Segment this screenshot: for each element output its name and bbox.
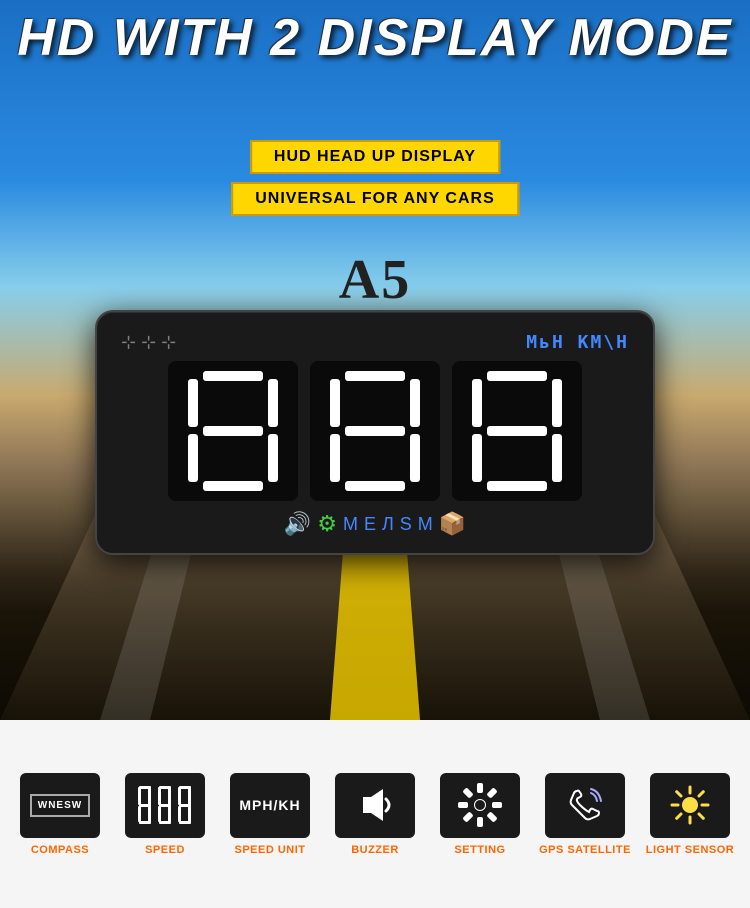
device-top-bar: ⊹ ⊹ ⊹ МьН КМ\Н	[121, 332, 629, 353]
seg-bl-1	[188, 434, 198, 482]
speed-unit-icon-box: MPH/KH	[230, 773, 310, 838]
gps-label: GPS SATELLITE	[539, 844, 631, 856]
settings-gear-icon: ⚙	[317, 511, 337, 537]
compass-icon-box: WNESW	[20, 773, 100, 838]
seg-tl-1	[188, 379, 198, 427]
seg-tr-3	[552, 379, 562, 427]
model-name: A5	[339, 248, 411, 312]
seg-br-3	[552, 434, 562, 482]
feature-gps: GPS SATELLITE	[538, 773, 633, 856]
menu-m2-icon: М	[418, 514, 433, 535]
menu-n-icon: Л	[382, 514, 394, 535]
feature-speed-unit: MPH/KH SPEED UNIT	[223, 773, 318, 856]
seg-display-2	[330, 371, 420, 491]
seg-bot-1	[203, 481, 263, 491]
speaker-alert-icon: 🔊	[284, 511, 311, 537]
unit-label: МьН КМ\Н	[526, 332, 629, 353]
feature-buzzer: BUZZER	[328, 773, 423, 856]
device-container: ⊹ ⊹ ⊹ МьН КМ\Н	[95, 310, 655, 555]
digit-1	[168, 361, 298, 501]
seg-tr-1	[268, 379, 278, 427]
seg-tl-2	[330, 379, 340, 427]
page-wrapper: HD WITH 2 DISPLAY MODE HUD HEAD UP DISPL…	[0, 0, 750, 908]
badge-universal: UNIVERSAL FOR ANY CARS	[231, 182, 519, 216]
features-grid: WNESW COMPASS	[13, 773, 738, 856]
package-icon: 📦	[439, 511, 466, 537]
seg-bot-3	[487, 481, 547, 491]
seg-top-1	[203, 371, 263, 381]
light-sensor-icon-box	[650, 773, 730, 838]
seg-top-3	[487, 371, 547, 381]
seg-display-1	[188, 371, 278, 491]
icon-row: 🔊 ⚙ М Е Л Ѕ М 📦	[121, 511, 629, 537]
light-sensor-svg	[668, 783, 712, 827]
speed-icon-box	[125, 773, 205, 838]
seg-mid-2	[345, 426, 405, 436]
speed-unit-text: MPH/KH	[239, 797, 300, 813]
menu-e-icon: Е	[364, 514, 376, 535]
compass-text: WNESW	[38, 800, 82, 811]
setting-icon-box	[440, 773, 520, 838]
compass-display: WNESW	[30, 794, 90, 817]
setting-label: SETTING	[454, 844, 505, 856]
buzzer-icon-box	[335, 773, 415, 838]
feature-compass: WNESW COMPASS	[13, 773, 108, 856]
seg-br-1	[268, 434, 278, 482]
hero-section: HD WITH 2 DISPLAY MODE HUD HEAD UP DISPL…	[0, 0, 750, 720]
seg-bl-3	[472, 434, 482, 482]
speed-unit-label: SPEED UNIT	[234, 844, 305, 856]
speed-label: SPEED	[145, 844, 185, 856]
speed-display	[121, 361, 629, 501]
seg-display-3	[472, 371, 562, 491]
main-title: HD WITH 2 DISPLAY MODE	[0, 10, 750, 67]
hud-device: ⊹ ⊹ ⊹ МьН КМ\Н	[95, 310, 655, 555]
seg-mid-1	[203, 426, 263, 436]
seg-mid-3	[487, 426, 547, 436]
gps-svg	[563, 783, 607, 827]
seg-bl-2	[330, 434, 340, 482]
mini-speed-svg	[138, 785, 192, 825]
seg-top-2	[345, 371, 405, 381]
digit-2	[310, 361, 440, 501]
feature-speed: SPEED	[118, 773, 213, 856]
setting-svg	[458, 783, 502, 827]
seg-br-2	[410, 434, 420, 482]
light-sensor-label: LIGHT SENSOR	[646, 844, 735, 856]
seg-tl-3	[472, 379, 482, 427]
badge-hud: HUD HEAD UP DISPLAY	[250, 140, 500, 174]
speaker-icon: ⊹ ⊹ ⊹	[121, 332, 176, 353]
menu-m-icon: М	[343, 514, 358, 535]
buzzer-svg	[355, 785, 395, 825]
feature-setting: SETTING	[433, 773, 528, 856]
mini-speed-display	[138, 785, 192, 825]
menu-s-icon: Ѕ	[400, 514, 412, 535]
feature-light-sensor: LIGHT SENSOR	[643, 773, 738, 856]
digit-3	[452, 361, 582, 501]
compass-label: COMPASS	[31, 844, 89, 856]
seg-bot-2	[345, 481, 405, 491]
bottom-section: WNESW COMPASS	[0, 720, 750, 908]
buzzer-label: BUZZER	[351, 844, 399, 856]
badge-container: HUD HEAD UP DISPLAY UNIVERSAL FOR ANY CA…	[231, 140, 519, 216]
gps-icon-box	[545, 773, 625, 838]
seg-tr-2	[410, 379, 420, 427]
